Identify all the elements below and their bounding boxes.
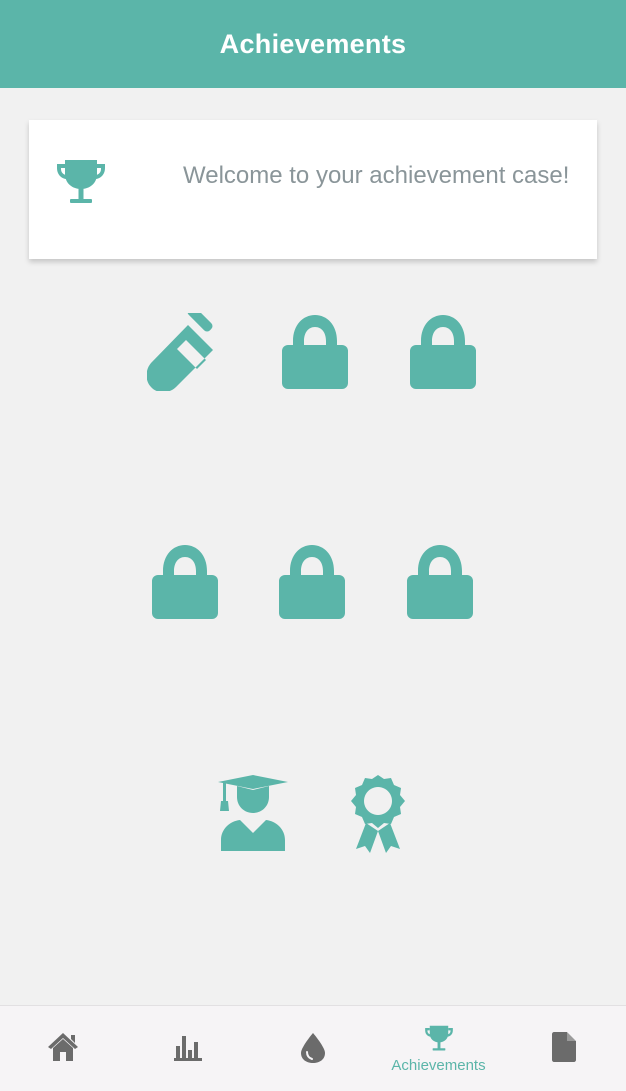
tab-home[interactable] — [0, 1006, 125, 1091]
achievement-badge-locked[interactable] — [275, 312, 355, 392]
lock-icon — [409, 313, 477, 391]
lock-icon — [151, 543, 219, 621]
tab-stats[interactable] — [125, 1006, 250, 1091]
tab-achievements[interactable]: Achievements — [376, 1006, 501, 1091]
achievement-badge-locked[interactable] — [272, 542, 352, 622]
trophy-icon — [55, 158, 107, 208]
welcome-card: Welcome to your achievement case! — [29, 120, 597, 259]
bar-chart-icon — [173, 1032, 202, 1067]
trophy-icon — [424, 1024, 454, 1059]
tab-drops[interactable] — [250, 1006, 375, 1091]
achievement-badge-locked[interactable] — [400, 542, 480, 622]
lock-icon — [406, 543, 474, 621]
welcome-message: Welcome to your achievement case! — [183, 162, 570, 189]
award-ribbon-icon — [348, 773, 408, 853]
test-tube-icon — [147, 313, 225, 391]
bottom-tab-bar: Achievements — [0, 1005, 626, 1091]
achievement-badge-award[interactable] — [338, 773, 418, 853]
lock-icon — [281, 313, 349, 391]
tab-label: Achievements — [391, 1057, 486, 1074]
page-title: Achievements — [219, 28, 407, 59]
document-icon — [551, 1032, 576, 1067]
achievement-badge-locked[interactable] — [145, 542, 225, 622]
achievement-badge-test-tube[interactable] — [146, 312, 226, 392]
lock-icon — [278, 543, 346, 621]
top-app-bar: Achievements — [0, 0, 626, 88]
graduate-icon — [218, 773, 288, 853]
achievement-badge-locked[interactable] — [403, 312, 483, 392]
achievement-badge-graduate[interactable] — [213, 773, 293, 853]
droplet-icon — [300, 1032, 326, 1069]
home-icon — [47, 1032, 79, 1067]
tab-documents[interactable] — [501, 1006, 626, 1091]
